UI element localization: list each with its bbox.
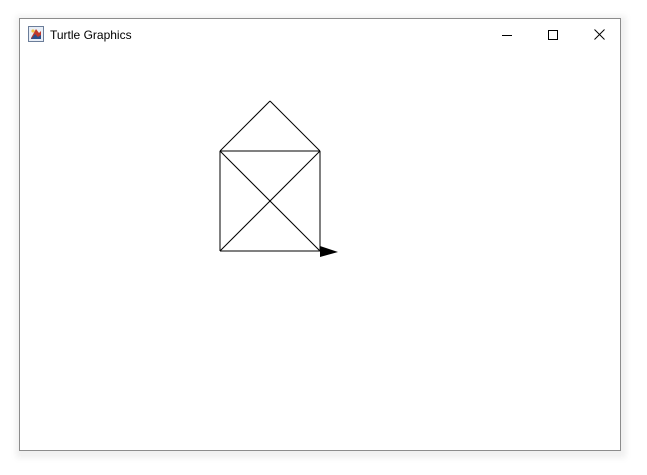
java-app-icon [28, 26, 44, 42]
turtle-cursor [320, 246, 338, 257]
roof-right [269, 100, 321, 152]
minimize-icon [502, 34, 512, 36]
roof-left [219, 100, 271, 152]
drawing-canvas[interactable] [20, 51, 620, 450]
close-button[interactable] [576, 19, 622, 50]
title-bar[interactable]: Turtle Graphics [20, 19, 620, 51]
window-title: Turtle Graphics [50, 28, 132, 42]
maximize-button[interactable] [530, 19, 576, 50]
minimize-button[interactable] [484, 19, 530, 50]
turtle-drawing [219, 100, 338, 257]
maximize-icon [548, 29, 558, 40]
close-icon [593, 29, 605, 40]
app-window: Turtle Graphics [19, 18, 621, 451]
